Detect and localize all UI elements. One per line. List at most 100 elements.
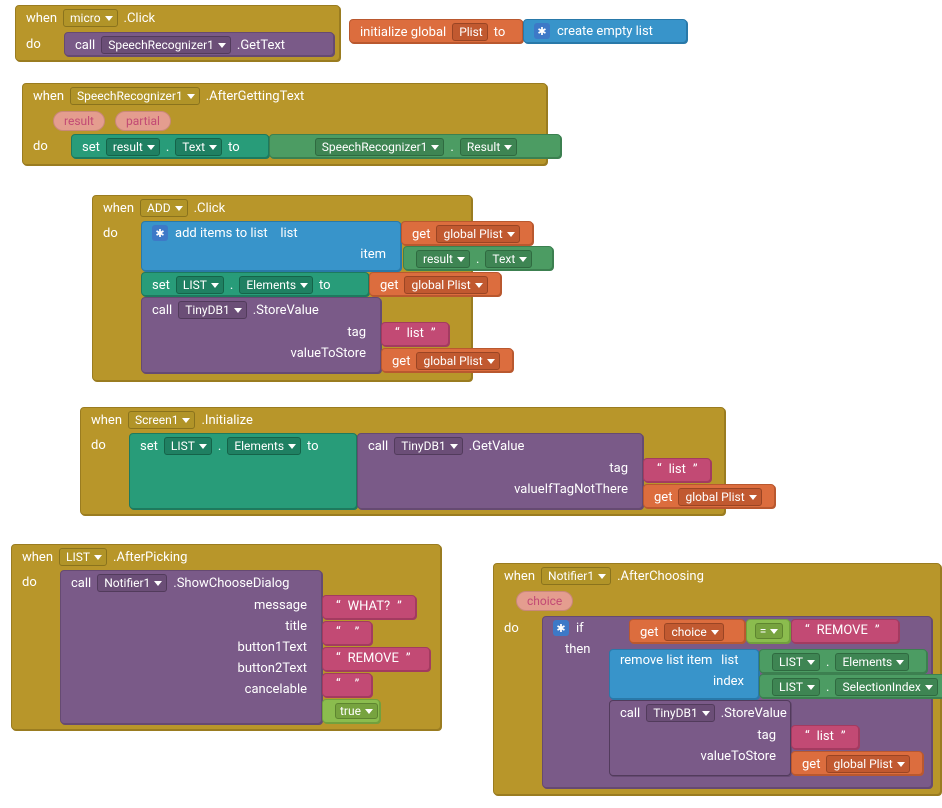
component-dropdown[interactable]: ADD [140,199,188,217]
gear-icon[interactable]: ✱ [553,620,569,636]
event-name: .AfterGettingText [206,89,305,104]
property-dropdown[interactable]: Elements [239,276,313,294]
text-remove[interactable]: “REMOVE” [791,619,899,643]
remove-list-item[interactable]: remove list itemlist index [609,649,759,699]
component-dropdown[interactable]: LIST [164,437,212,455]
get-global-plist-2[interactable]: get global Plist [369,272,501,296]
get-result[interactable]: SpeechRecognizer1 . Result [269,134,561,158]
bool-true[interactable]: true [322,699,380,723]
list-elements[interactable]: LIST.Elements [759,649,927,673]
component-dropdown[interactable]: LIST [59,548,107,566]
text-title[interactable]: “” [322,621,372,645]
to-kw: to [307,439,319,454]
method-name: .ShowChooseDialog [173,576,289,591]
get-kw: get [392,354,410,369]
list-selectionindex[interactable]: LIST.SelectionIndex [759,674,942,698]
component-dropdown[interactable]: SpeechRecognizer1 [101,36,231,54]
event-micro-click[interactable]: when micro .Click do call SpeechRecogniz… [15,5,340,61]
set-result-text[interactable]: set result . Text to [71,134,269,158]
var-dropdown[interactable]: choice [664,623,723,641]
component-dropdown[interactable]: TinyDB1 [178,301,246,319]
var-dropdown[interactable]: global Plist [416,352,499,370]
text-list[interactable]: “list” [643,458,711,482]
do-kw: do [22,575,37,590]
text-remove[interactable]: “REMOVE” [322,647,430,671]
param-choice[interactable]: choice [516,591,573,611]
param-partial[interactable]: partial [115,111,171,131]
component-dropdown[interactable]: LIST [772,653,820,671]
do-kw: do [504,621,519,636]
param-result[interactable]: result [53,111,105,131]
btn1-kw: button1Text [238,640,313,655]
component-dropdown[interactable]: LIST [772,678,820,696]
component-dropdown[interactable]: SpeechRecognizer1 [70,87,200,105]
text-what[interactable]: “WHAT?” [322,595,416,619]
call-showchoosedialog[interactable]: call Notifier1 .ShowChooseDialog message… [60,570,322,724]
component-dropdown[interactable]: SpeechRecognizer1 [315,138,445,156]
index-kw: index [713,674,750,689]
text-btn2[interactable]: “” [322,673,372,697]
component-dropdown[interactable]: TinyDB1 [646,704,714,722]
get-kw: get [802,757,820,772]
call-getText[interactable]: call SpeechRecognizer1 .GetText [64,32,334,56]
text-list[interactable]: “list” [791,725,859,749]
property-dropdown[interactable]: Text [175,138,222,156]
get-global-plist[interactable]: get global Plist [643,484,775,508]
op-dropdown[interactable]: = [755,623,784,639]
component-dropdown[interactable]: result [416,250,470,268]
property-dropdown[interactable]: Elements [835,653,909,671]
cancelable-kw: cancelable [245,682,313,697]
get-global-plist-3[interactable]: get global Plist [381,348,513,372]
result-text[interactable]: result.Text [403,246,553,270]
init-global-var[interactable]: initialize global Plist to [349,19,523,43]
event-add-click[interactable]: when ADD .Click do ✱ add items to list l… [92,195,472,381]
do-kw: do [103,226,118,241]
call-getvalue[interactable]: call TinyDB1 .GetValue tag valueIfTagNot… [357,433,643,509]
property-dropdown[interactable]: Result [460,138,517,156]
component-dropdown[interactable]: LIST [176,276,224,294]
get-global-plist[interactable]: get global Plist [401,221,533,245]
component-dropdown[interactable]: Notifier1 [541,567,611,585]
var-dropdown[interactable]: global Plist [826,755,909,773]
message-kw: message [254,598,313,613]
method-name: .GetText [237,38,285,53]
call-kw: call [71,576,91,591]
get-choice[interactable]: get choice [629,619,745,643]
to-kw: to [319,278,331,293]
call-storevalue[interactable]: call TinyDB1 .StoreValue tag valueToStor… [141,297,381,373]
event-aftergettingtext[interactable]: when SpeechRecognizer1 .AfterGettingText… [22,83,547,165]
add-items-to-list[interactable]: ✱ add items to list list item [141,221,401,271]
var-dropdown[interactable]: global Plist [436,225,519,243]
event-notifier-afterchoosing[interactable]: when Notifier1 .AfterChoosing choice do … [493,563,941,795]
gear-icon[interactable]: ✱ [534,23,550,39]
text-list[interactable]: “list” [381,322,449,346]
set-list-elements[interactable]: set LIST. Elements to [129,433,357,509]
event-list-afterpicking[interactable]: when LIST .AfterPicking do call Notifier… [11,544,441,730]
event-screen-init[interactable]: when Screen1 .Initialize do set LIST. El… [80,407,725,515]
method-name: .StoreValue [253,303,319,318]
call-storevalue-2[interactable]: call TinyDB1 .StoreValue tag valueToStor… [609,700,791,776]
component-dropdown[interactable]: Screen1 [128,411,195,429]
var-dropdown[interactable]: global Plist [404,276,487,294]
create-empty-list[interactable]: ✱ create empty list [523,19,687,43]
bool-dropdown[interactable]: true [335,703,378,719]
property-dropdown[interactable]: Text [485,250,532,268]
init-kw: initialize global [360,25,446,40]
var-name[interactable]: Plist [452,23,488,41]
property-dropdown[interactable]: Elements [227,437,301,455]
set-list-elements[interactable]: set LIST. Elements to [141,272,369,296]
component-dropdown[interactable]: Notifier1 [97,574,167,592]
do-kw: do [91,438,106,453]
get-global-plist[interactable]: get global Plist [791,751,923,775]
component-dropdown[interactable]: micro [63,9,118,27]
component-dropdown[interactable]: result [106,138,160,156]
property-dropdown[interactable]: SelectionIndex [835,678,937,696]
add-items-kw: add items to list [175,226,268,241]
component-dropdown[interactable]: TinyDB1 [394,437,462,455]
call-kw: call [620,706,640,721]
equals-inner[interactable]: = [746,619,790,643]
event-name: .Click [194,201,226,216]
var-dropdown[interactable]: global Plist [678,488,761,506]
gear-icon[interactable]: ✱ [152,225,168,241]
title-kw: title [285,619,313,634]
